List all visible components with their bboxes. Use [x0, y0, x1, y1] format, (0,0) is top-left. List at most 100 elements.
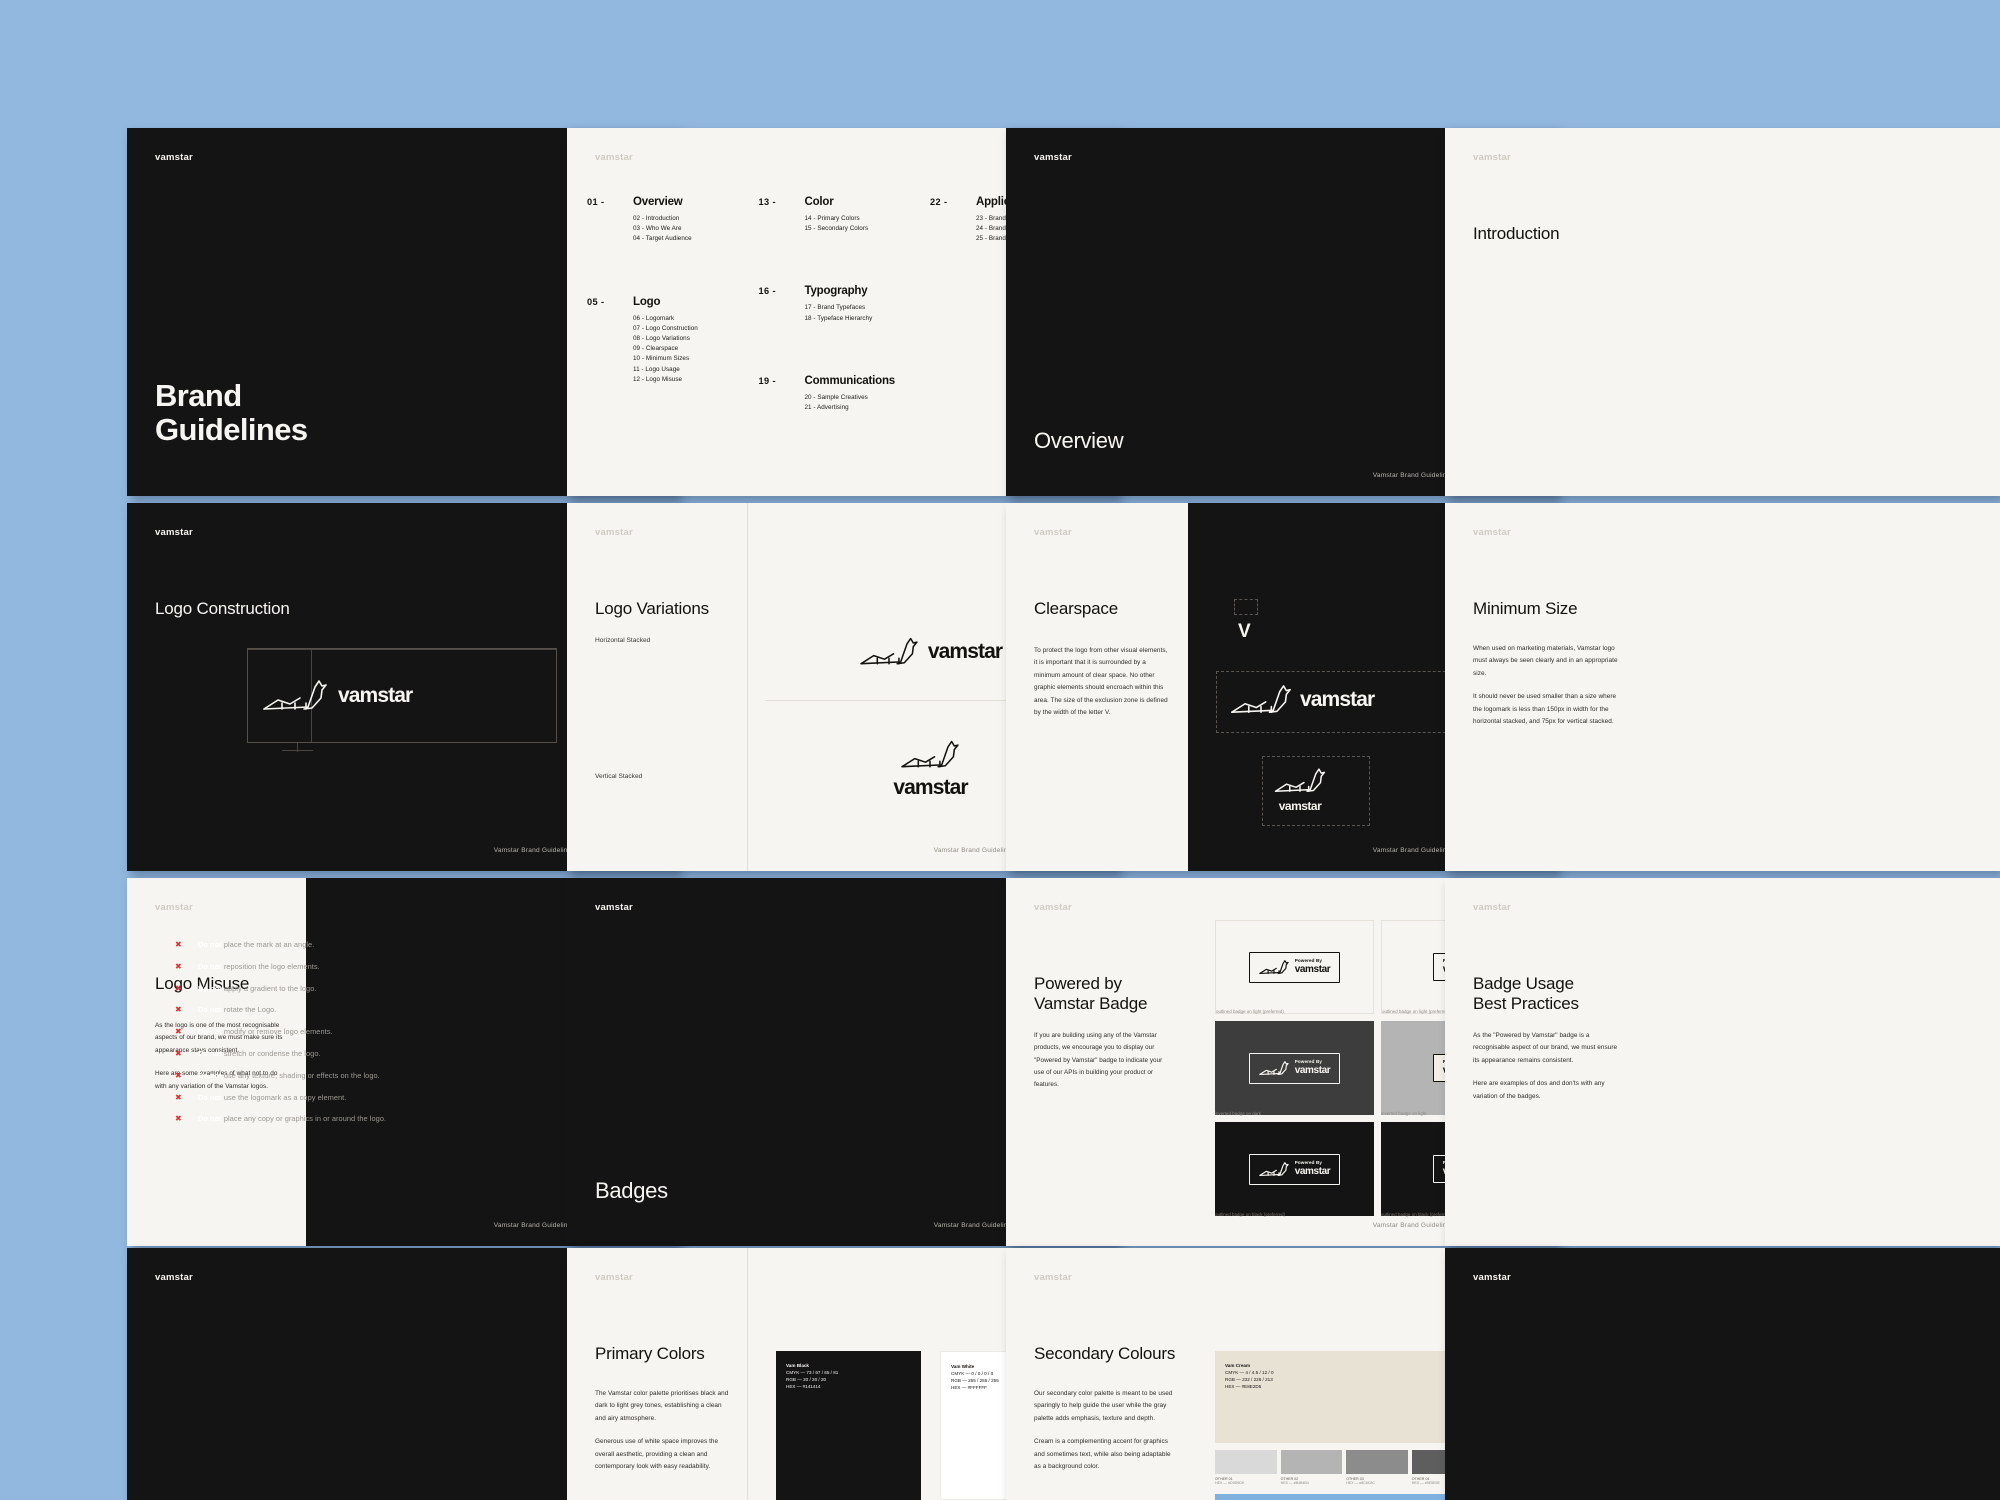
toc-item[interactable]: 03 - Who We Are	[633, 224, 758, 234]
section-title: Badges	[595, 1178, 668, 1203]
wolf-logomark-icon	[860, 637, 918, 665]
slide-minimum-size[interactable]: vamstar Minimum Size When used on market…	[1445, 503, 2000, 871]
wordmark-watermark: vamstar	[155, 1272, 193, 1283]
primary-colors-paragraph-2: Generous use of white space improves the…	[595, 1438, 719, 1471]
swatch-info: Vam Cream CMYK — 4 / 4.5 / 12 / 0 RGB — …	[1225, 1362, 1274, 1390]
logo-construction-grid: vamstar	[247, 648, 557, 743]
badge-caption: inverted badge on dark	[1215, 1111, 1262, 1116]
page-title: Clearspace	[1034, 599, 1118, 618]
toc-item[interactable]: 04 - Target Audience	[633, 234, 758, 244]
toc-group-communications[interactable]: 19 - Communications 20 - Sample Creative…	[758, 375, 929, 413]
toc-group-overview[interactable]: 01 - Overview 02 - Introduction 03 - Who…	[587, 196, 758, 245]
swatch-info: Vam Black CMYK — 73 / 67 / 65 / 81 RGB —…	[786, 1362, 838, 1390]
cover-title-line2: Guidelines	[155, 412, 308, 448]
toc-group-color[interactable]: 13 - Color 14 - Primary Colors 15 - Seco…	[758, 196, 929, 234]
swatch-cmyk: CMYK — 4 / 4.5 / 12 / 0	[1225, 1370, 1274, 1376]
logo-horizontal-lockup: vamstar	[1230, 681, 1375, 719]
x-cross-icon: ✖	[175, 983, 182, 993]
misuse-rule-text: Do not place the mark at an angle.	[198, 940, 315, 949]
best-practices-paragraph-1: As the "Powered by Vamstar" badge is a r…	[1473, 1032, 1618, 1064]
toc-item[interactable]: 17 - Brand Typefaces	[804, 303, 929, 313]
badge-caption: outlined badge on light (preferred)	[1382, 1009, 1450, 1014]
wordmark-watermark: vamstar	[595, 527, 633, 538]
toc-item[interactable]: 10 - Minimum Sizes	[633, 354, 758, 364]
misuse-rule-text: Do not use the logomark as a copy elemen…	[198, 1092, 347, 1102]
swatch-hex: HEX — #FFFFFF	[951, 1385, 987, 1391]
wordmark-watermark: vamstar	[155, 152, 193, 163]
swatch-hex: HEX — #141414	[786, 1384, 821, 1390]
toc-group-typography[interactable]: 16 - Typography 17 - Brand Typefaces 18 …	[758, 285, 929, 323]
cover-title: Brand Guidelines	[155, 378, 308, 448]
misuse-rule-text: Do not reposition the logo elements.	[198, 961, 320, 971]
page-title: Logo Construction	[155, 599, 290, 618]
toc-number: 16 -	[758, 286, 776, 297]
toc-section-title: Color	[804, 196, 834, 208]
page-title: Primary Colors	[595, 1344, 705, 1363]
wordmark-text: vamstar	[338, 683, 413, 707]
swatch-name: Vam White	[951, 1364, 975, 1369]
toc-item[interactable]: 15 - Secondary Colors	[804, 224, 929, 234]
wolf-logomark-icon	[1259, 1060, 1289, 1075]
color-chip-swatch	[1280, 1450, 1343, 1474]
column-divider	[747, 503, 748, 871]
color-chip[interactable]: OTHER 01 HEX — #D9D9D9	[1215, 1450, 1277, 1485]
toc-item[interactable]: 18 - Typeface Hierarchy	[804, 314, 929, 324]
toc-item[interactable]: 02 - Introduction	[633, 214, 758, 224]
misuse-rule-text: Do not rotate the Logo.	[198, 1005, 277, 1015]
color-chip-hex: HEX — #B4B4B4	[1280, 1481, 1309, 1485]
best-practices-paragraph-2: Here are examples of dos and don'ts with…	[1473, 1080, 1605, 1100]
badge-caption: outlined badge on light (preferred)	[1216, 1009, 1284, 1014]
label-vertical-stacked: Vertical Stacked	[595, 773, 643, 780]
secondary-colors-body: Our secondary color palette is meant to …	[1034, 1388, 1174, 1474]
color-chip[interactable]: OTHER 02 HEX — #B4B4B4	[1280, 1450, 1343, 1485]
toc-item[interactable]: 06 - Logomark	[633, 314, 758, 324]
badge-cell[interactable]: Powered Byvamstar outlined badge on blac…	[1215, 1122, 1374, 1217]
slide-typography-divider[interactable]: vamstar	[1445, 1248, 2000, 1500]
slide-introduction[interactable]: vamstar Introduction	[1445, 128, 2000, 496]
badge-cell[interactable]: Powered Byvamstar outlined badge on ligh…	[1215, 920, 1374, 1014]
minimum-size-paragraph-1: When used on marketing materials, Vamsta…	[1473, 645, 1618, 677]
wordmark-watermark: vamstar	[595, 1272, 633, 1283]
toc-number: 01 -	[587, 197, 605, 207]
badge-cell[interactable]: Powered By vamstar inverted badge on dark	[1215, 1021, 1374, 1116]
misuse-rule-text: Do not modify or remove logo elements.	[198, 1027, 333, 1037]
wolf-logomark-icon	[1259, 959, 1289, 974]
toc-section-title: Logo	[633, 295, 661, 308]
toc-item[interactable]: 21 - Advertising	[804, 403, 929, 413]
swatch-cmyk: CMYK — 0 / 0 / 0 / 0	[951, 1371, 994, 1377]
page-title: Minimum Size	[1473, 599, 1578, 618]
powered-by-badge: Powered Byvamstar	[1248, 1153, 1341, 1185]
swatch-vam-black[interactable]: Vam Black CMYK — 73 / 67 / 65 / 81 RGB —…	[776, 1351, 921, 1500]
toc-item[interactable]: 12 - Logo Misuse	[633, 375, 758, 385]
wordmark-watermark: vamstar	[1473, 152, 1511, 163]
label-horizontal-stacked: Horizontal Stacked	[595, 637, 651, 644]
page-title: Powered by Vamstar Badge	[1034, 974, 1148, 1015]
toc-item[interactable]: 20 - Sample Creatives	[804, 393, 929, 403]
secondary-colors-paragraph-1: Our secondary color palette is meant to …	[1034, 1390, 1173, 1422]
misuse-rule-text: Do not place any copy or graphics in or …	[198, 1114, 387, 1124]
logo-vertical-lockup: vamstar	[1274, 765, 1326, 813]
badge-caption: outlined badge on black (preferred)	[1215, 1212, 1286, 1217]
color-chip-swatch	[1215, 1450, 1277, 1474]
toc-item[interactable]: 14 - Primary Colors	[804, 214, 929, 224]
toc-item[interactable]: 07 - Logo Construction	[633, 324, 758, 334]
toc-group-logo[interactable]: 05 - Logo 06 - Logomark 07 - Logo Constr…	[587, 296, 758, 385]
toc-item[interactable]: 11 - Logo Usage	[633, 365, 758, 375]
toc-column-2: 13 - Color 14 - Primary Colors 15 - Seco…	[758, 196, 929, 464]
powered-by-badge: Powered Byvamstar	[1248, 1052, 1341, 1084]
wordmark-text: vamstar	[893, 775, 968, 799]
minimum-size-paragraph-2: It should never be used smaller than a s…	[1473, 693, 1617, 726]
x-cross-icon: ✖	[175, 1092, 182, 1102]
slide-badge-best-practices[interactable]: vamstar Badge Usage Best Practices As th…	[1445, 878, 2000, 1246]
column-divider	[747, 1248, 748, 1500]
x-cross-icon: ✖	[175, 940, 182, 949]
toc-number: 13 -	[758, 197, 776, 207]
toc-section-title: Overview	[633, 196, 683, 208]
badge-caption: inverted badge on light	[1381, 1111, 1427, 1116]
toc-item[interactable]: 08 - Logo Variations	[633, 334, 758, 344]
toc-item[interactable]: 09 - Clearspace	[633, 344, 758, 354]
color-chip-swatch	[1346, 1450, 1408, 1474]
color-chip[interactable]: OTHER 03 HEX — #8C8C8C	[1346, 1450, 1408, 1485]
clearspace-body: To protect the logo from other visual el…	[1034, 647, 1168, 717]
page-title: Secondary Colours	[1034, 1344, 1176, 1363]
